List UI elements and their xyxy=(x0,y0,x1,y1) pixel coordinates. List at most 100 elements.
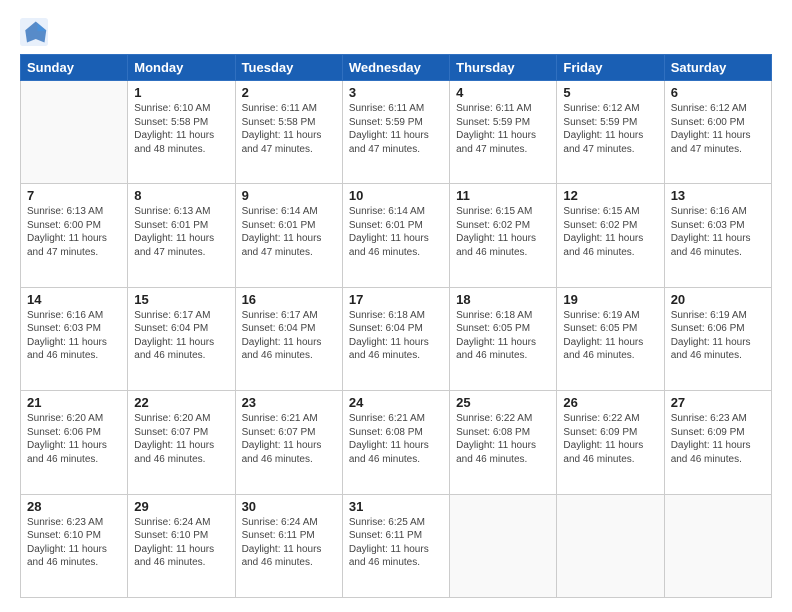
day-number: 4 xyxy=(456,85,550,100)
day-number: 15 xyxy=(134,292,228,307)
calendar-header-cell: Tuesday xyxy=(235,55,342,81)
day-info: Sunrise: 6:12 AM Sunset: 5:59 PM Dayligh… xyxy=(563,102,657,156)
calendar-cell: 8 Sunrise: 6:13 AM Sunset: 6:01 PM Daylig… xyxy=(128,184,235,287)
logo-icon xyxy=(20,18,48,46)
day-number: 19 xyxy=(563,292,657,307)
calendar-cell: 21 Sunrise: 6:20 AM Sunset: 6:06 PM Dayli… xyxy=(21,391,128,494)
calendar-cell: 29 Sunrise: 6:24 AM Sunset: 6:10 PM Dayli… xyxy=(128,494,235,597)
calendar-cell: 20 Sunrise: 6:19 AM Sunset: 6:06 PM Dayli… xyxy=(664,287,771,390)
calendar-cell: 28Sunrise: 6:23 AM Sunset: 6:10 PM Dayli… xyxy=(21,494,128,597)
calendar-header-cell: Monday xyxy=(128,55,235,81)
calendar-header-cell: Sunday xyxy=(21,55,128,81)
day-number: 1 xyxy=(134,85,228,100)
day-number: 25 xyxy=(456,395,550,410)
day-number: 29 xyxy=(134,499,228,514)
day-number: 8 xyxy=(134,188,228,203)
day-number: 10 xyxy=(349,188,443,203)
calendar-cell: 1 Sunrise: 6:10 AM Sunset: 5:58 PM Daylig… xyxy=(128,81,235,184)
day-number: 22 xyxy=(134,395,228,410)
calendar-cell: 27 Sunrise: 6:23 AM Sunset: 6:09 PM Dayli… xyxy=(664,391,771,494)
calendar-week-row: 7 Sunrise: 6:13 AM Sunset: 6:00 PM Daylig… xyxy=(21,184,772,287)
day-info: Sunrise: 6:14 AM Sunset: 6:01 PM Dayligh… xyxy=(242,205,336,259)
calendar-header-row: SundayMondayTuesdayWednesdayThursdayFrid… xyxy=(21,55,772,81)
day-info: Sunrise: 6:24 AM Sunset: 6:11 PM Dayligh… xyxy=(242,516,336,570)
calendar-cell: 6Sunrise: 6:12 AM Sunset: 6:00 PM Daylig… xyxy=(664,81,771,184)
calendar-cell: 19 Sunrise: 6:19 AM Sunset: 6:05 PM Dayli… xyxy=(557,287,664,390)
day-info: Sunrise: 6:14 AM Sunset: 6:01 PM Dayligh… xyxy=(349,205,443,259)
day-info: Sunrise: 6:25 AM Sunset: 6:11 PM Dayligh… xyxy=(349,516,443,570)
day-number: 27 xyxy=(671,395,765,410)
calendar-cell: 2 Sunrise: 6:11 AM Sunset: 5:58 PM Daylig… xyxy=(235,81,342,184)
calendar-cell: 12 Sunrise: 6:15 AM Sunset: 6:02 PM Dayli… xyxy=(557,184,664,287)
day-number: 18 xyxy=(456,292,550,307)
day-number: 23 xyxy=(242,395,336,410)
day-info: Sunrise: 6:13 AM Sunset: 6:00 PM Dayligh… xyxy=(27,205,121,259)
day-info: Sunrise: 6:17 AM Sunset: 6:04 PM Dayligh… xyxy=(242,309,336,363)
day-info: Sunrise: 6:11 AM Sunset: 5:59 PM Dayligh… xyxy=(349,102,443,156)
day-number: 12 xyxy=(563,188,657,203)
calendar-header-cell: Thursday xyxy=(450,55,557,81)
page: SundayMondayTuesdayWednesdayThursdayFrid… xyxy=(0,0,792,612)
day-number: 7 xyxy=(27,188,121,203)
calendar-week-row: 1 Sunrise: 6:10 AM Sunset: 5:58 PM Daylig… xyxy=(21,81,772,184)
day-number: 20 xyxy=(671,292,765,307)
calendar-cell: 13Sunrise: 6:16 AM Sunset: 6:03 PM Dayli… xyxy=(664,184,771,287)
calendar-week-row: 28Sunrise: 6:23 AM Sunset: 6:10 PM Dayli… xyxy=(21,494,772,597)
day-info: Sunrise: 6:21 AM Sunset: 6:07 PM Dayligh… xyxy=(242,412,336,466)
day-info: Sunrise: 6:21 AM Sunset: 6:08 PM Dayligh… xyxy=(349,412,443,466)
day-number: 24 xyxy=(349,395,443,410)
day-info: Sunrise: 6:16 AM Sunset: 6:03 PM Dayligh… xyxy=(27,309,121,363)
calendar-cell: 4 Sunrise: 6:11 AM Sunset: 5:59 PM Daylig… xyxy=(450,81,557,184)
day-info: Sunrise: 6:11 AM Sunset: 5:58 PM Dayligh… xyxy=(242,102,336,156)
day-info: Sunrise: 6:11 AM Sunset: 5:59 PM Dayligh… xyxy=(456,102,550,156)
day-info: Sunrise: 6:19 AM Sunset: 6:05 PM Dayligh… xyxy=(563,309,657,363)
calendar-table: SundayMondayTuesdayWednesdayThursdayFrid… xyxy=(20,54,772,598)
day-number: 13 xyxy=(671,188,765,203)
calendar-week-row: 21 Sunrise: 6:20 AM Sunset: 6:06 PM Dayli… xyxy=(21,391,772,494)
day-info: Sunrise: 6:23 AM Sunset: 6:09 PM Dayligh… xyxy=(671,412,765,466)
calendar-cell: 15 Sunrise: 6:17 AM Sunset: 6:04 PM Dayli… xyxy=(128,287,235,390)
day-info: Sunrise: 6:10 AM Sunset: 5:58 PM Dayligh… xyxy=(134,102,228,156)
day-info: Sunrise: 6:12 AM Sunset: 6:00 PM Dayligh… xyxy=(671,102,765,156)
day-number: 2 xyxy=(242,85,336,100)
calendar-cell: 31Sunrise: 6:25 AM Sunset: 6:11 PM Dayli… xyxy=(342,494,449,597)
calendar-cell: 23 Sunrise: 6:21 AM Sunset: 6:07 PM Dayli… xyxy=(235,391,342,494)
day-info: Sunrise: 6:18 AM Sunset: 6:04 PM Dayligh… xyxy=(349,309,443,363)
day-info: Sunrise: 6:18 AM Sunset: 6:05 PM Dayligh… xyxy=(456,309,550,363)
day-number: 5 xyxy=(563,85,657,100)
calendar-header-cell: Friday xyxy=(557,55,664,81)
day-info: Sunrise: 6:13 AM Sunset: 6:01 PM Dayligh… xyxy=(134,205,228,259)
calendar-cell: 18 Sunrise: 6:18 AM Sunset: 6:05 PM Dayli… xyxy=(450,287,557,390)
calendar-cell: 22Sunrise: 6:20 AM Sunset: 6:07 PM Dayli… xyxy=(128,391,235,494)
day-info: Sunrise: 6:22 AM Sunset: 6:09 PM Dayligh… xyxy=(563,412,657,466)
day-number: 16 xyxy=(242,292,336,307)
calendar-cell xyxy=(664,494,771,597)
day-info: Sunrise: 6:24 AM Sunset: 6:10 PM Dayligh… xyxy=(134,516,228,570)
day-info: Sunrise: 6:15 AM Sunset: 6:02 PM Dayligh… xyxy=(563,205,657,259)
day-number: 30 xyxy=(242,499,336,514)
day-info: Sunrise: 6:22 AM Sunset: 6:08 PM Dayligh… xyxy=(456,412,550,466)
header xyxy=(20,18,772,46)
calendar-cell xyxy=(21,81,128,184)
calendar-cell xyxy=(450,494,557,597)
logo xyxy=(20,18,54,46)
day-info: Sunrise: 6:17 AM Sunset: 6:04 PM Dayligh… xyxy=(134,309,228,363)
calendar-cell: 24 Sunrise: 6:21 AM Sunset: 6:08 PM Dayli… xyxy=(342,391,449,494)
calendar-cell: 17 Sunrise: 6:18 AM Sunset: 6:04 PM Dayli… xyxy=(342,287,449,390)
calendar-cell: 30 Sunrise: 6:24 AM Sunset: 6:11 PM Dayli… xyxy=(235,494,342,597)
calendar-cell: 5 Sunrise: 6:12 AM Sunset: 5:59 PM Daylig… xyxy=(557,81,664,184)
day-number: 26 xyxy=(563,395,657,410)
day-number: 17 xyxy=(349,292,443,307)
day-info: Sunrise: 6:20 AM Sunset: 6:06 PM Dayligh… xyxy=(27,412,121,466)
calendar-header-cell: Saturday xyxy=(664,55,771,81)
day-number: 21 xyxy=(27,395,121,410)
calendar-cell: 11Sunrise: 6:15 AM Sunset: 6:02 PM Dayli… xyxy=(450,184,557,287)
day-number: 11 xyxy=(456,188,550,203)
calendar-header-cell: Wednesday xyxy=(342,55,449,81)
day-number: 9 xyxy=(242,188,336,203)
calendar-cell: 16 Sunrise: 6:17 AM Sunset: 6:04 PM Dayli… xyxy=(235,287,342,390)
calendar-cell: 14Sunrise: 6:16 AM Sunset: 6:03 PM Dayli… xyxy=(21,287,128,390)
calendar-cell: 10 Sunrise: 6:14 AM Sunset: 6:01 PM Dayli… xyxy=(342,184,449,287)
day-info: Sunrise: 6:19 AM Sunset: 6:06 PM Dayligh… xyxy=(671,309,765,363)
calendar-cell: 9 Sunrise: 6:14 AM Sunset: 6:01 PM Daylig… xyxy=(235,184,342,287)
